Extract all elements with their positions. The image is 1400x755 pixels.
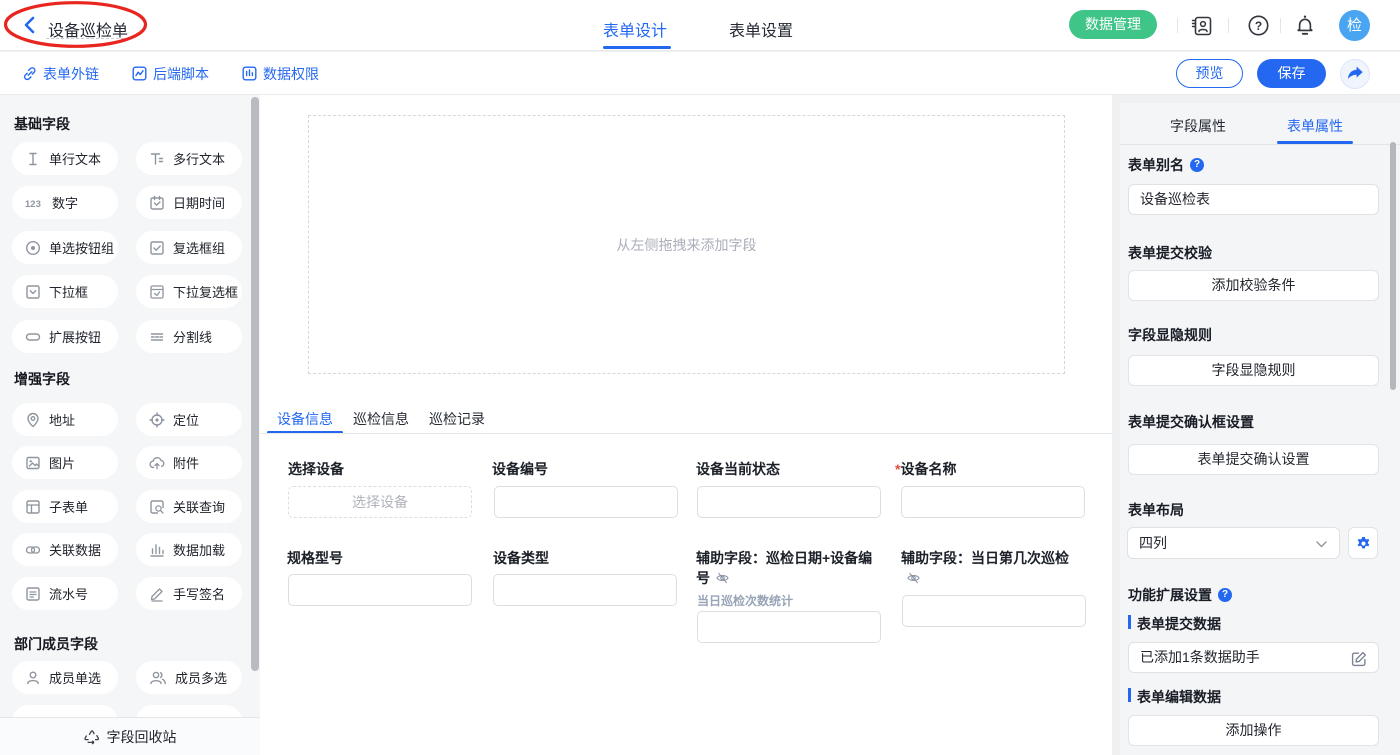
svg-text:?: ? <box>1255 19 1262 33</box>
svg-text:123: 123 <box>25 199 41 210</box>
